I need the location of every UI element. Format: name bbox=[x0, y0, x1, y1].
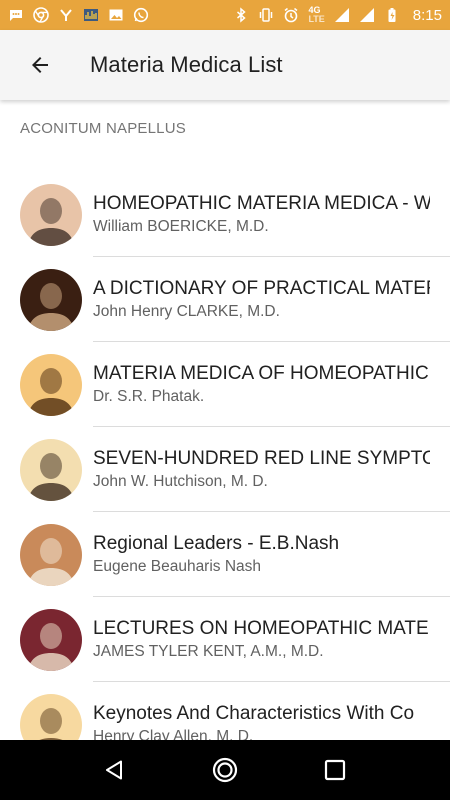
page-title: Materia Medica List bbox=[90, 52, 283, 77]
list-item[interactable]: A DICTIONARY OF PRACTICAL MATER John Henr… bbox=[0, 257, 450, 342]
bluetooth-icon bbox=[233, 7, 249, 23]
network-type: 4G LTE bbox=[308, 6, 324, 24]
vibrate-icon bbox=[258, 7, 274, 23]
book-author: William BOERICKE, M.D. bbox=[93, 218, 269, 235]
list-item[interactable]: Keynotes And Characteristics With Co Henr… bbox=[0, 682, 450, 740]
status-right-icons: 4G LTE 8:15 bbox=[233, 6, 442, 24]
list-item[interactable]: Regional Leaders - E.B.Nash Eugene Beauha… bbox=[0, 512, 450, 597]
author-portrait-icon bbox=[20, 524, 82, 586]
audio-app-icon bbox=[83, 7, 99, 23]
status-bar: 4G LTE 8:15 bbox=[0, 0, 450, 30]
whatsapp-icon bbox=[133, 7, 149, 23]
author-portrait-icon bbox=[20, 439, 82, 501]
section-header: ACONITUM NAPELLUS bbox=[20, 120, 186, 137]
message-icon bbox=[8, 7, 24, 23]
status-left-icons bbox=[8, 7, 149, 23]
list-item-text: SEVEN-HUNDRED RED LINE SYMPTON John W. Hu… bbox=[93, 447, 430, 492]
list-item-text: A DICTIONARY OF PRACTICAL MATER John Henr… bbox=[93, 277, 430, 322]
list-item-text: Keynotes And Characteristics With Co Henr… bbox=[93, 702, 430, 740]
signal-icon bbox=[334, 7, 350, 23]
book-title: SEVEN-HUNDRED RED LINE SYMPTON bbox=[93, 448, 430, 469]
signal-icon bbox=[359, 7, 375, 23]
navigation-bar bbox=[0, 740, 450, 800]
book-author: Eugene Beauharis Nash bbox=[93, 558, 262, 575]
book-title: A DICTIONARY OF PRACTICAL MATER bbox=[93, 278, 430, 299]
recents-square-icon bbox=[324, 759, 346, 781]
book-list: HOMEOPATHIC MATERIA MEDICA - W William BO… bbox=[0, 172, 450, 740]
list-item[interactable]: HOMEOPATHIC MATERIA MEDICA - W William BO… bbox=[0, 172, 450, 257]
book-author: Dr. S.R. Phatak. bbox=[93, 388, 205, 405]
status-time: 8:15 bbox=[412, 6, 442, 24]
arrow-back-icon bbox=[28, 53, 52, 77]
author-portrait-icon bbox=[20, 694, 82, 740]
book-author: John Henry CLARKE, M.D. bbox=[93, 303, 280, 320]
nav-home-button[interactable] bbox=[201, 746, 249, 794]
back-triangle-icon bbox=[103, 758, 127, 782]
list-item[interactable]: MATERIA MEDICA OF HOMEOPATHIC Dr. S.R. Ph… bbox=[0, 342, 450, 427]
book-author: JAMES TYLER KENT, A.M., M.D. bbox=[93, 643, 324, 660]
book-author: John W. Hutchison, M. D. bbox=[93, 473, 268, 490]
battery-icon bbox=[384, 7, 400, 23]
list-item[interactable]: SEVEN-HUNDRED RED LINE SYMPTON John W. Hu… bbox=[0, 427, 450, 512]
author-portrait-icon bbox=[20, 354, 82, 416]
list-item-text: LECTURES ON HOMEOPATHIC MATER JAMES TYLER… bbox=[93, 617, 430, 662]
nav-back-button[interactable] bbox=[91, 746, 139, 794]
author-portrait-icon bbox=[20, 609, 82, 671]
book-title: MATERIA MEDICA OF HOMEOPATHIC bbox=[93, 363, 429, 384]
book-title: HOMEOPATHIC MATERIA MEDICA - W bbox=[93, 193, 430, 214]
app-bar: Materia Medica List bbox=[0, 30, 450, 100]
book-title: Keynotes And Characteristics With Co bbox=[93, 703, 415, 724]
alarm-icon bbox=[283, 7, 299, 23]
network-sub-label: LTE bbox=[308, 14, 325, 24]
chrome-icon bbox=[33, 7, 49, 23]
list-item-text: Regional Leaders - E.B.Nash Eugene Beauha… bbox=[93, 532, 430, 577]
main-content[interactable]: ACONITUM NAPELLUS HOMEOPATHIC MATERIA ME… bbox=[0, 100, 450, 740]
list-item-text: HOMEOPATHIC MATERIA MEDICA - W William BO… bbox=[93, 192, 430, 237]
back-button[interactable] bbox=[12, 37, 68, 93]
home-circle-icon bbox=[211, 756, 239, 784]
author-portrait-icon bbox=[20, 269, 82, 331]
book-title: LECTURES ON HOMEOPATHIC MATER bbox=[93, 618, 430, 639]
list-item-text: MATERIA MEDICA OF HOMEOPATHIC Dr. S.R. Ph… bbox=[93, 362, 430, 407]
author-portrait-icon bbox=[20, 184, 82, 246]
yahoo-icon bbox=[58, 7, 74, 23]
list-item[interactable]: LECTURES ON HOMEOPATHIC MATER JAMES TYLER… bbox=[0, 597, 450, 682]
image-icon bbox=[108, 7, 124, 23]
nav-recents-button[interactable] bbox=[311, 746, 359, 794]
book-title: Regional Leaders - E.B.Nash bbox=[93, 533, 340, 554]
book-author: Henry Clay Allen, M. D. bbox=[93, 728, 254, 740]
